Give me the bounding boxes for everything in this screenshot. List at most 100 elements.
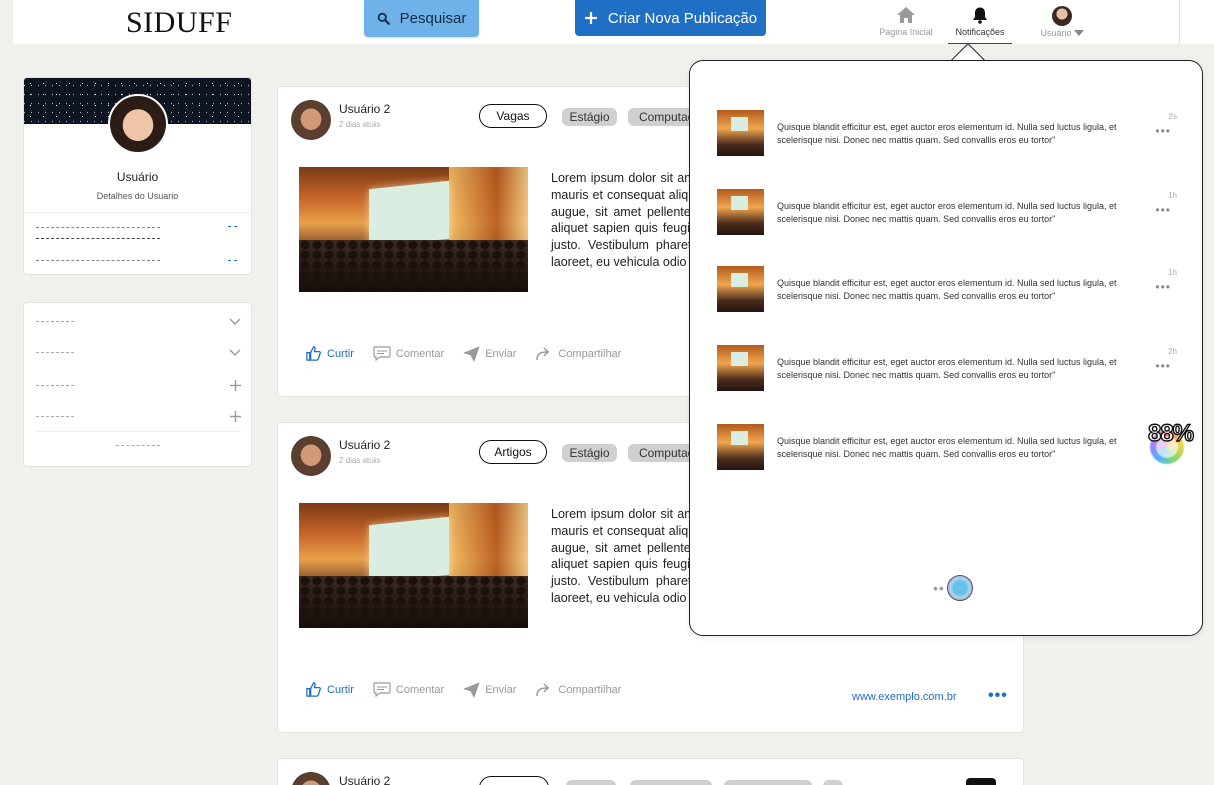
notification-text: Quisque blandit efficitur est, eget auct…: [777, 357, 1117, 380]
nav-user-menu[interactable]: Usuário: [1037, 6, 1087, 38]
profile-card: Usuário Detalhes do Usuario: [23, 77, 252, 275]
side-menu-item-label: [36, 416, 74, 417]
app-logo[interactable]: SIDUFF: [126, 6, 232, 40]
side-menu-item[interactable]: [36, 318, 241, 325]
post-author-avatar[interactable]: [291, 100, 331, 140]
side-menu-item[interactable]: [36, 411, 241, 422]
share-button-label: Compartilhar: [558, 347, 622, 360]
notification-thumbnail: [717, 110, 764, 156]
comment-icon: [373, 346, 391, 361]
send-icon: [463, 346, 480, 361]
post-image-lights: [449, 503, 528, 583]
profile-avatar[interactable]: [108, 94, 168, 154]
post-author-avatar[interactable]: [291, 436, 331, 476]
nav-home[interactable]: Pagina Inicial: [879, 6, 933, 37]
send-button[interactable]: Enviar: [463, 346, 516, 362]
more-icon[interactable]: •••: [1155, 280, 1171, 294]
post-tag[interactable]: Estágio: [562, 108, 617, 126]
caret-down-icon: [1073, 30, 1084, 36]
notifications-load-more[interactable]: ••: [933, 575, 973, 601]
send-button[interactable]: Enviar: [463, 682, 516, 698]
post-tag[interactable]: [630, 780, 712, 785]
share-button[interactable]: Compartilhar: [535, 682, 622, 697]
comment-button[interactable]: Comentar: [373, 682, 444, 697]
notification-thumbnail: [717, 266, 764, 312]
send-icon: [463, 682, 480, 697]
more-icon[interactable]: •••: [1155, 359, 1171, 373]
notification-thumbnail: [717, 424, 764, 470]
notification-item[interactable]: Quisque blandit efficitur est, eget auct…: [717, 189, 1177, 237]
post-author-avatar[interactable]: [291, 772, 331, 785]
post-category-badge[interactable]: Artigos: [479, 440, 547, 464]
like-button[interactable]: Curtir: [305, 345, 354, 362]
search-button[interactable]: Pesquisar: [364, 0, 479, 37]
nav-notifications-label: Notificações: [955, 27, 1005, 37]
profile-placeholder-line: [36, 238, 160, 239]
post-tag[interactable]: [724, 780, 812, 785]
post-image-crowd: [299, 576, 528, 628]
create-post-button[interactable]: Criar Nova Publicação: [575, 0, 766, 36]
post-author-name[interactable]: Usuário 2: [339, 774, 390, 785]
like-button-label: Curtir: [327, 347, 354, 360]
notification-text: Quisque blandit efficitur est, eget auct…: [777, 278, 1117, 301]
post-tag[interactable]: [823, 780, 843, 785]
notifications-popup: Quisque blandit efficitur est, eget auct…: [689, 60, 1203, 636]
post-category-badge[interactable]: Vagas: [479, 104, 547, 128]
profile-name[interactable]: Usuário: [24, 170, 251, 184]
notification-item[interactable]: Quisque blandit efficitur est, eget auct…: [717, 345, 1177, 393]
more-icon[interactable]: •••: [988, 687, 1008, 705]
share-button-label: Compartilhar: [558, 683, 622, 696]
notification-thumbnail: [717, 345, 764, 391]
post-tag[interactable]: Estágio: [562, 444, 617, 462]
progress-indicator: 88%: [1147, 419, 1202, 466]
divider: [24, 212, 251, 213]
post-tag[interactable]: [566, 780, 616, 785]
side-menu-item[interactable]: [36, 349, 241, 356]
notification-thumbnail: [717, 189, 764, 235]
side-menu-item-label: [36, 352, 74, 353]
notification-item[interactable]: Quisque blandit efficitur est, eget auct…: [717, 424, 1177, 472]
profile-placeholder-link[interactable]: [228, 260, 237, 261]
search-button-label: Pesquisar: [399, 10, 467, 27]
profile-placeholder-line: [36, 227, 160, 228]
post-image-screen: [369, 516, 449, 584]
post-image-crowd: [299, 240, 528, 292]
post-author-name[interactable]: Usuário 2: [339, 102, 390, 116]
post-card: Usuário 2: [277, 758, 1024, 785]
more-icon[interactable]: •••: [1155, 124, 1171, 138]
comment-button[interactable]: Comentar: [373, 346, 444, 361]
progress-indicator-text: 88%: [1147, 419, 1194, 447]
share-button[interactable]: Compartilhar: [535, 346, 622, 361]
notification-item[interactable]: Quisque blandit efficitur est, eget auct…: [717, 266, 1177, 314]
like-button[interactable]: Curtir: [305, 681, 354, 698]
comment-button-label: Comentar: [395, 347, 445, 360]
post-image[interactable]: [299, 167, 528, 292]
post-action-badge[interactable]: [966, 778, 996, 785]
side-menu-item[interactable]: [36, 380, 241, 391]
like-button-label: Curtir: [327, 683, 354, 696]
more-icon[interactable]: •••: [1155, 203, 1171, 217]
create-post-label: Criar Nova Publicação: [607, 9, 758, 27]
profile-placeholder-link[interactable]: [228, 226, 237, 227]
notification-time: 2s: [1168, 112, 1177, 121]
share-icon: [536, 682, 550, 696]
notification-item[interactable]: Quisque blandit efficitur est, eget auct…: [717, 110, 1177, 158]
send-button-label: Enviar: [485, 347, 517, 360]
post-author-name[interactable]: Usuário 2: [339, 438, 390, 452]
post-timestamp: 2 dias atrás: [339, 120, 381, 129]
home-icon: [897, 7, 915, 23]
side-menu: [23, 302, 252, 467]
nav-notifications[interactable]: Notificações: [948, 6, 1012, 44]
post-image[interactable]: [299, 503, 528, 628]
top-bar-extension: [1180, 0, 1214, 44]
profile-placeholder-line: [36, 260, 160, 261]
notification-text: Quisque blandit efficitur est, eget auct…: [777, 122, 1117, 145]
chevron-down-icon: [229, 318, 241, 325]
post-category-badge[interactable]: [479, 776, 549, 785]
top-bar: SIDUFF Pesquisar Criar Nova Publicação P…: [13, 0, 1180, 44]
side-menu-footer[interactable]: [116, 445, 160, 446]
plus-icon: [230, 380, 241, 391]
post-image-screen: [369, 180, 449, 248]
post-link[interactable]: www.exemplo.com.br: [852, 691, 957, 703]
side-menu-item-label: [36, 321, 74, 322]
